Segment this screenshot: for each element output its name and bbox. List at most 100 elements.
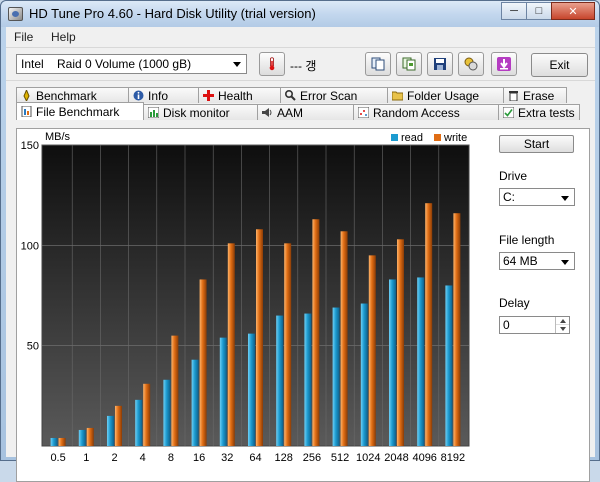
write-bar bbox=[453, 213, 461, 446]
close-icon: ✕ bbox=[568, 5, 578, 18]
tab-file-benchmark[interactable]: File Benchmark bbox=[16, 102, 144, 120]
extra-tests-icon bbox=[503, 107, 514, 118]
tab-error-scan[interactable]: Error Scan bbox=[280, 87, 388, 103]
copy-screen-icon bbox=[402, 57, 416, 71]
x-tick-label: 32 bbox=[221, 452, 233, 464]
drive-select[interactable]: C: bbox=[499, 188, 575, 206]
tab-label: Info bbox=[148, 88, 169, 103]
tab-label: Benchmark bbox=[36, 88, 97, 103]
x-tick-label: 256 bbox=[303, 452, 321, 464]
read-bar bbox=[163, 379, 171, 446]
x-tick-label: 1 bbox=[83, 452, 89, 464]
x-tick-label: 16 bbox=[193, 452, 205, 464]
download-button[interactable] bbox=[491, 52, 517, 76]
tab-row-bottom: File Benchmark Disk monitor AAM Random A… bbox=[16, 102, 580, 120]
write-bar bbox=[143, 383, 151, 446]
tab-label: Error Scan bbox=[300, 88, 358, 103]
minimize-button[interactable]: ─ bbox=[501, 2, 527, 20]
read-bar bbox=[417, 277, 425, 446]
tab-label: Health bbox=[218, 88, 253, 103]
read-bar bbox=[389, 279, 396, 446]
x-tick-label: 1024 bbox=[356, 452, 380, 464]
error-scan-icon bbox=[285, 90, 296, 101]
write-bar bbox=[368, 255, 376, 446]
app-icon bbox=[8, 7, 23, 21]
tab-folder-usage[interactable]: Folder Usage bbox=[387, 87, 504, 103]
aam-icon bbox=[262, 108, 272, 117]
tab-extra-tests[interactable]: Extra tests bbox=[498, 104, 580, 120]
read-bar bbox=[135, 399, 143, 446]
title-bar[interactable]: HD Tune Pro 4.60 - Hard Disk Utility (tr… bbox=[1, 1, 599, 27]
start-button[interactable]: Start bbox=[499, 135, 574, 153]
download-icon bbox=[497, 57, 511, 71]
window-controls: ─ □ ✕ bbox=[501, 2, 595, 20]
tab-label: File Benchmark bbox=[36, 104, 120, 119]
spin-up-icon[interactable] bbox=[556, 317, 569, 325]
spin-down-icon[interactable] bbox=[556, 325, 569, 333]
legend-read-label: read bbox=[401, 132, 423, 144]
options-icon bbox=[464, 57, 478, 71]
x-tick-labels: 0.5 1 2 4 8 16 32 64 128 256 512 1024 2048 4096 8192 bbox=[50, 452, 465, 464]
tab-label: Disk monitor bbox=[163, 105, 230, 120]
tab-info[interactable]: Info bbox=[128, 87, 199, 103]
x-tick-label: 128 bbox=[275, 452, 293, 464]
delay-value: 0 bbox=[503, 318, 510, 332]
file-benchmark-icon bbox=[21, 106, 32, 117]
window-title: HD Tune Pro 4.60 - Hard Disk Utility (tr… bbox=[29, 6, 316, 21]
write-bar bbox=[284, 243, 292, 446]
tab-label: Erase bbox=[523, 88, 555, 103]
client-area: File Help Intel Raid 0 Volume (1000 gB) … bbox=[6, 27, 595, 482]
tab-row-top: Benchmark Info Health Error Scan Folder … bbox=[16, 87, 567, 103]
read-bar bbox=[304, 313, 312, 446]
menu-help[interactable]: Help bbox=[51, 30, 76, 44]
close-button[interactable]: ✕ bbox=[551, 2, 595, 20]
disk-monitor-icon bbox=[148, 107, 159, 118]
tab-erase[interactable]: Erase bbox=[503, 87, 567, 103]
x-tick-label: 0.5 bbox=[50, 452, 65, 464]
read-bar bbox=[50, 437, 58, 446]
read-bar bbox=[78, 429, 86, 446]
tab-random-access[interactable]: Random Access bbox=[353, 104, 499, 120]
copy-info-button[interactable] bbox=[365, 52, 391, 76]
menu-file[interactable]: File bbox=[14, 30, 33, 44]
benchmark-chart: MB/s read write 50 100 150 0.5 1 2 4 8 16 32 64 12… bbox=[17, 129, 487, 469]
read-bar bbox=[445, 285, 453, 446]
benchmark-chart-svg: MB/s read write 50 100 150 0.5 1 2 4 8 16 32 64 12… bbox=[21, 131, 470, 464]
legend-write-swatch bbox=[434, 134, 441, 141]
save-button[interactable] bbox=[427, 52, 453, 76]
tab-label: Extra tests bbox=[518, 105, 575, 120]
maximize-button[interactable]: □ bbox=[526, 2, 552, 20]
drive-dropdown[interactable]: Intel Raid 0 Volume (1000 gB) bbox=[16, 54, 247, 74]
drive-select-value: C: bbox=[503, 190, 515, 204]
benchmark-icon bbox=[23, 90, 30, 101]
write-bar bbox=[256, 229, 263, 446]
chart-legend: read write bbox=[391, 132, 467, 144]
delay-spinner[interactable]: 0 bbox=[499, 316, 570, 334]
y-tick-label: 100 bbox=[21, 240, 39, 252]
y-axis-unit: MB/s bbox=[45, 131, 71, 143]
info-icon bbox=[133, 90, 144, 101]
x-tick-label: 4096 bbox=[412, 452, 436, 464]
read-bar bbox=[191, 359, 199, 446]
tab-health[interactable]: Health bbox=[198, 87, 281, 103]
file-length-select[interactable]: 64 MB bbox=[499, 252, 575, 270]
tab-disk-monitor[interactable]: Disk monitor bbox=[143, 104, 258, 120]
random-access-icon bbox=[358, 107, 369, 118]
legend-read-swatch bbox=[391, 134, 398, 141]
write-bar bbox=[340, 231, 348, 446]
delay-spinner-buttons bbox=[555, 317, 569, 333]
erase-icon bbox=[509, 91, 518, 101]
tab-aam[interactable]: AAM bbox=[257, 104, 354, 120]
x-tick-label: 512 bbox=[331, 452, 349, 464]
exit-button[interactable]: Exit bbox=[531, 53, 588, 77]
copy-screen-button[interactable] bbox=[396, 52, 422, 76]
x-tick-label: 64 bbox=[249, 452, 261, 464]
write-bar bbox=[58, 437, 66, 446]
chevron-down-icon bbox=[559, 192, 571, 204]
read-bar bbox=[248, 333, 255, 446]
temperature-button[interactable] bbox=[259, 52, 285, 76]
app-window: HD Tune Pro 4.60 - Hard Disk Utility (tr… bbox=[0, 0, 600, 482]
chevron-down-icon bbox=[559, 256, 571, 268]
options-button[interactable] bbox=[458, 52, 484, 76]
tab-benchmark[interactable]: Benchmark bbox=[16, 87, 129, 103]
